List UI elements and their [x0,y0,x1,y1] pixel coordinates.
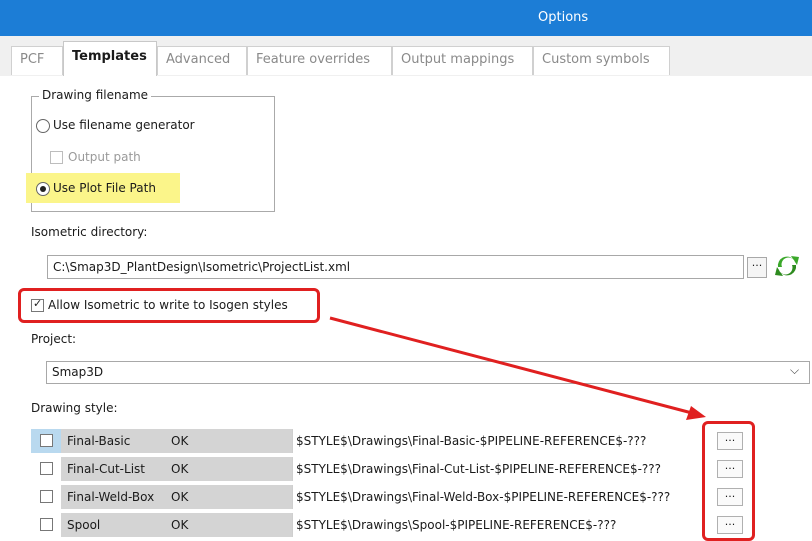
tab-feature-overrides[interactable]: Feature overrides [247,46,392,75]
tab-pcf[interactable]: PCF [11,46,63,75]
tab-custom-symbols[interactable]: Custom symbols [533,46,670,75]
window-title: Options [538,10,589,25]
tab-bar: PCF Templates Advanced Feature overrides… [0,36,812,77]
tab-output-mappings[interactable]: Output mappings [392,46,533,75]
annotation-arrow-icon [329,316,706,420]
tab-templates[interactable]: Templates [63,41,157,76]
templates-panel: Drawing filename Use filename generator … [0,76,812,541]
title-bar: Options [0,0,812,36]
tab-advanced[interactable]: Advanced [157,46,247,75]
